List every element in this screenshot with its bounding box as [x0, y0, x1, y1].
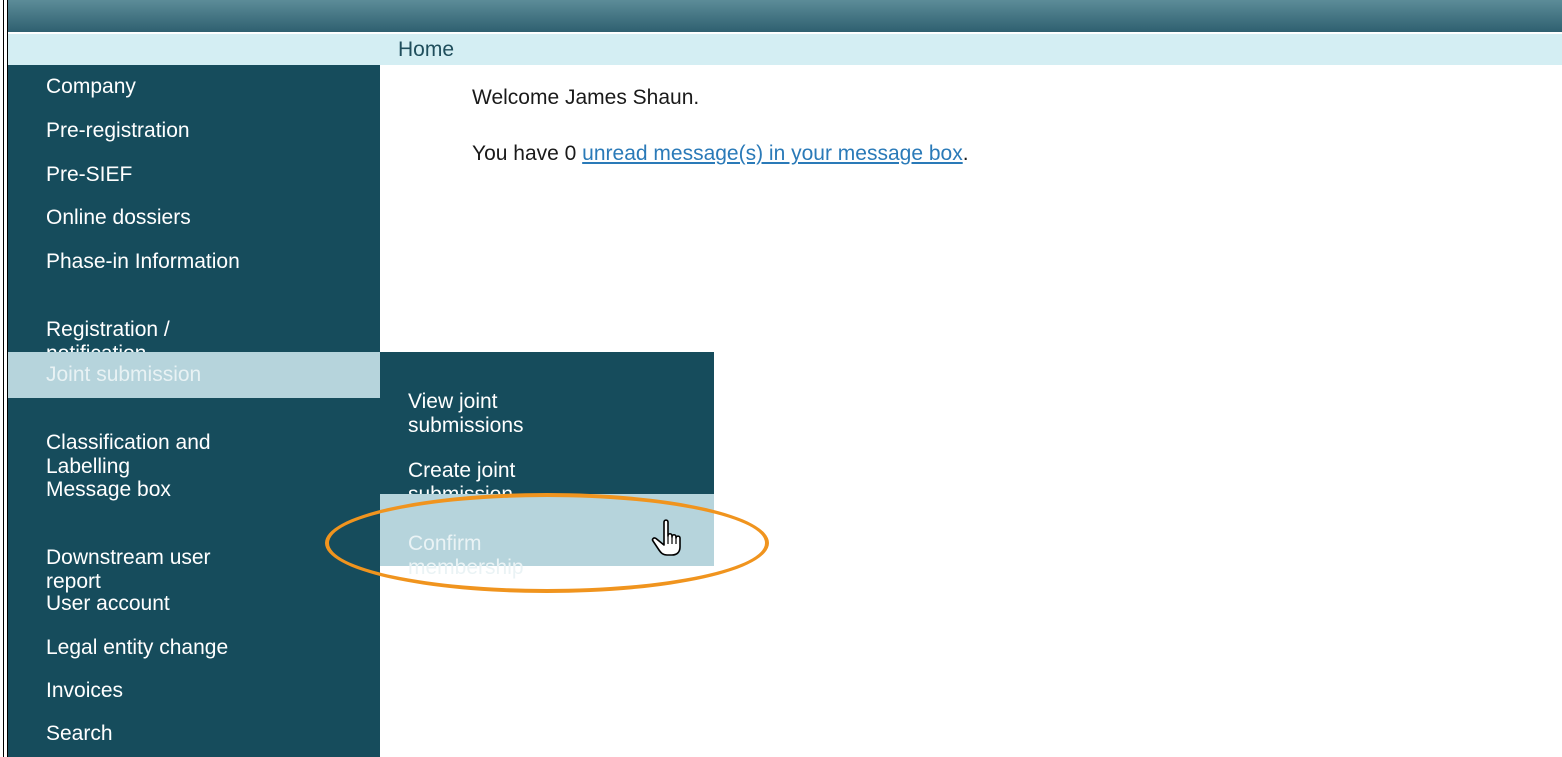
sidebar-item-label: Search — [46, 722, 113, 745]
sidebar-item-label: Pre-registration — [46, 119, 190, 142]
sidebar-item-label: Company — [46, 75, 136, 98]
breadcrumb-bar: Home — [8, 34, 1562, 65]
message-status-prefix: You have 0 — [472, 142, 583, 165]
sidebar-item-classification-labelling[interactable]: Classification and Labelling — [8, 407, 380, 479]
sidebar-item-label: Phase-in Information — [46, 250, 240, 273]
sidebar-item-pre-registration[interactable]: Pre-registration — [8, 119, 380, 143]
message-status-suffix: . — [962, 142, 969, 165]
submenu-item-confirm-membership[interactable]: Confirm membership — [380, 494, 714, 579]
sidebar-item-phase-in-information[interactable]: Phase-in Information — [8, 250, 380, 274]
sidebar-item-label: Invoices — [46, 679, 124, 702]
message-status: You have 0 unread message(s) in your mes… — [472, 142, 969, 166]
sidebar-item-joint-submission[interactable]: Joint submission — [8, 352, 380, 398]
sidebar-item-label: Joint submission — [46, 363, 202, 386]
header-bar — [8, 0, 1562, 33]
sidebar-item-label: User account — [46, 592, 170, 615]
sidebar: Company Pre-registration Pre-SIEF Online… — [8, 65, 380, 757]
submenu-item-label: View joint submissions — [408, 390, 524, 437]
sidebar-item-online-dossiers[interactable]: Online dossiers — [8, 206, 380, 230]
sidebar-item-label: Downstream user report — [46, 546, 211, 593]
sidebar-item-label: Classification and Labelling — [46, 431, 211, 478]
welcome-message: Welcome James Shaun. — [472, 86, 700, 109]
submenu-item-label: Confirm membership — [408, 532, 524, 579]
sidebar-item-label: Online dossiers — [46, 206, 191, 229]
joint-submission-submenu: View joint submissions Create joint subm… — [380, 352, 714, 579]
unread-messages-link[interactable]: unread message(s) in your message box — [582, 142, 963, 165]
sidebar-item-user-account[interactable]: User account — [8, 592, 380, 616]
sidebar-item-downstream-user-report[interactable]: Downstream user report — [8, 522, 380, 594]
breadcrumb[interactable]: Home — [398, 38, 454, 62]
submenu-item-view-joint-submissions[interactable]: View joint submissions — [380, 366, 714, 438]
sidebar-item-company[interactable]: Company — [8, 75, 380, 99]
sidebar-item-pre-sief[interactable]: Pre-SIEF — [8, 163, 380, 187]
sidebar-item-label: Message box — [46, 478, 171, 501]
sidebar-item-label: Legal entity change — [46, 636, 229, 659]
app-window: Home Company Pre-registration Pre-SIEF O… — [0, 0, 1562, 757]
window-border — [0, 0, 8, 757]
sidebar-item-label: Pre-SIEF — [46, 163, 133, 186]
sidebar-item-message-box[interactable]: Message box — [8, 478, 380, 502]
sidebar-item-invoices[interactable]: Invoices — [8, 679, 380, 703]
sidebar-item-search[interactable]: Search — [8, 722, 380, 746]
sidebar-item-legal-entity-change[interactable]: Legal entity change — [8, 636, 380, 660]
